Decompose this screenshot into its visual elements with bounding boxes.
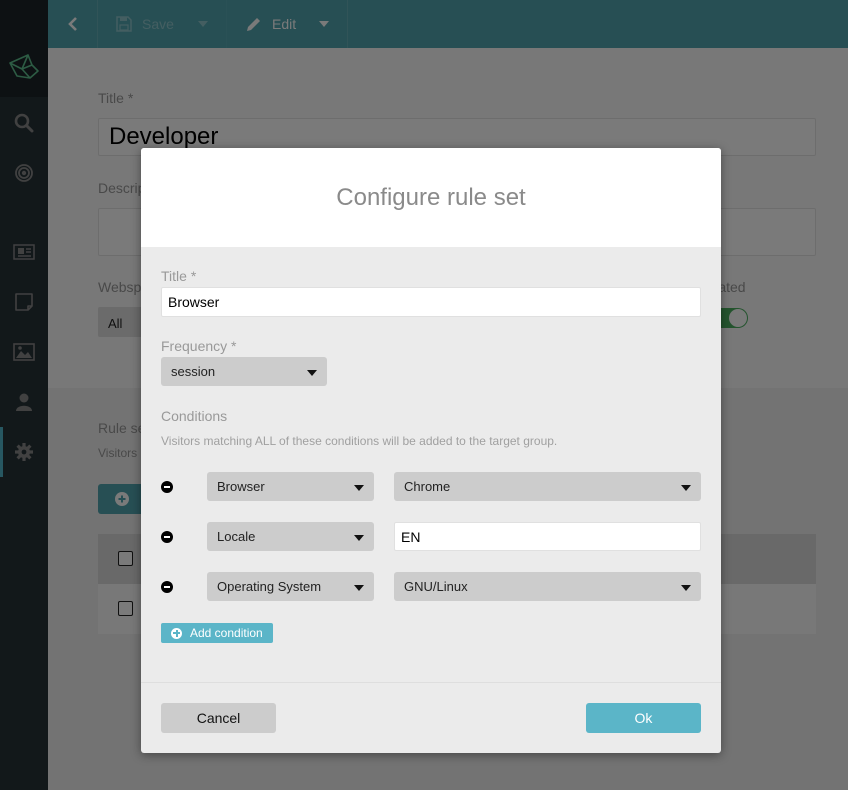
rule-title-label: Title * — [161, 268, 197, 284]
rule-title-value: Browser — [168, 294, 220, 310]
frequency-value: session — [171, 364, 216, 379]
chevron-down-icon — [354, 584, 364, 591]
modal-header: Configure rule set — [141, 148, 721, 247]
frequency-select[interactable]: session — [161, 357, 327, 386]
add-condition-button[interactable]: Add condition — [161, 623, 273, 643]
condition-value: GNU/Linux — [404, 579, 468, 594]
chevron-down-icon — [307, 369, 317, 376]
conditions-heading: Conditions — [161, 408, 228, 424]
remove-condition-icon[interactable] — [161, 531, 173, 543]
add-condition-label: Add condition — [190, 626, 263, 640]
condition-value: Chrome — [404, 479, 451, 494]
rule-title-input[interactable]: Browser — [161, 287, 701, 317]
configure-rule-set-dialog: Configure rule set Title * Browser Frequ… — [141, 148, 721, 753]
condition-type-value: Browser — [217, 479, 265, 494]
condition-value-select[interactable]: Chrome — [394, 472, 701, 501]
condition-type-value: Operating System — [217, 579, 322, 594]
condition-value-input[interactable]: EN — [394, 522, 701, 551]
remove-condition-icon[interactable] — [161, 481, 173, 493]
condition-value-select[interactable]: GNU/Linux — [394, 572, 701, 601]
plus-circle-icon — [171, 627, 182, 639]
footer-divider — [141, 682, 721, 683]
chevron-down-icon — [681, 584, 691, 591]
frequency-label: Frequency * — [161, 338, 237, 354]
condition-type-select[interactable]: Locale — [207, 522, 374, 551]
condition-type-value: Locale — [217, 529, 256, 544]
ok-button[interactable]: Ok — [586, 703, 701, 733]
cancel-button[interactable]: Cancel — [161, 703, 276, 733]
conditions-help: Visitors matching ALL of these condition… — [161, 434, 558, 448]
modal-title: Configure rule set — [336, 183, 526, 211]
remove-condition-icon[interactable] — [161, 581, 173, 593]
condition-type-select[interactable]: Browser — [207, 472, 374, 501]
chevron-down-icon — [681, 484, 691, 491]
condition-value: EN — [401, 528, 421, 545]
condition-type-select[interactable]: Operating System — [207, 572, 374, 601]
chevron-down-icon — [354, 484, 364, 491]
chevron-down-icon — [354, 534, 364, 541]
